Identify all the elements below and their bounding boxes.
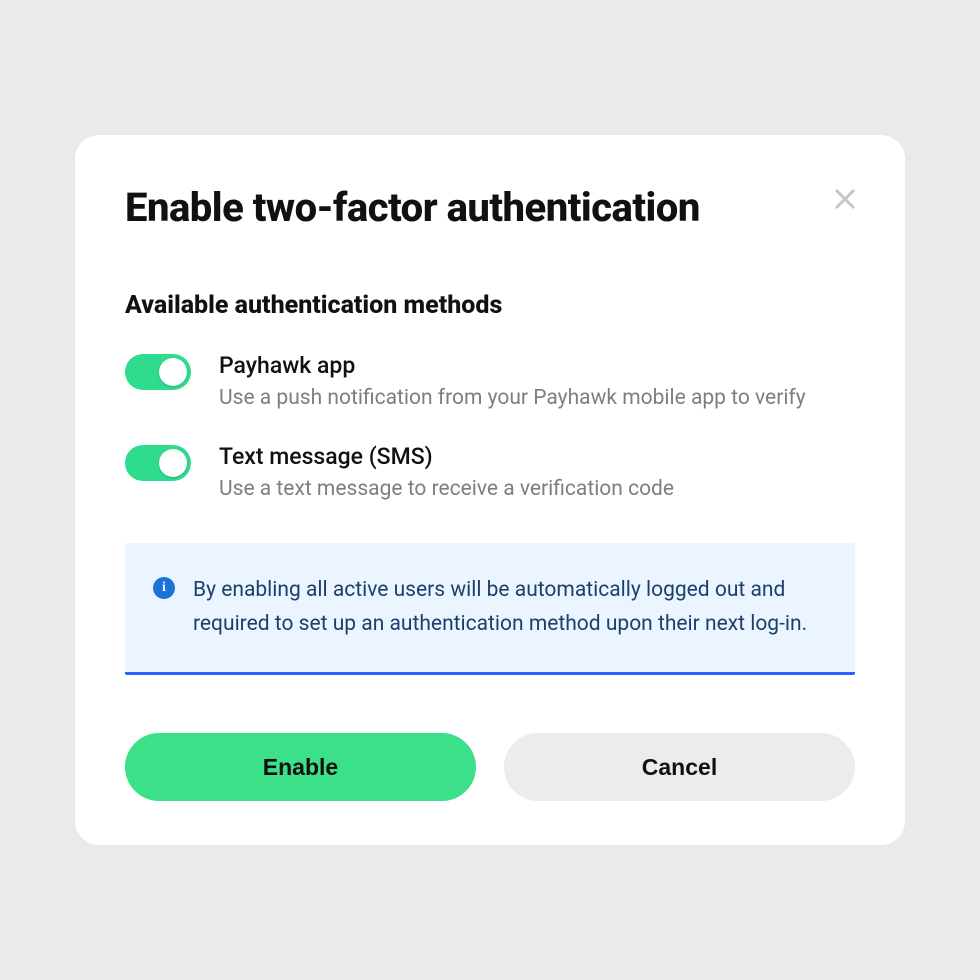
toggle-knob: [159, 449, 187, 477]
close-icon: [831, 185, 859, 213]
auth-method-text: Payhawk app Use a push notification from…: [219, 352, 855, 413]
info-icon: i: [153, 577, 175, 599]
dialog-title: Enable two-factor authentication: [125, 185, 700, 231]
info-banner-text: By enabling all active users will be aut…: [193, 573, 825, 642]
dialog-header: Enable two-factor authentication: [125, 185, 855, 231]
auth-method-description: Use a text message to receive a verifica…: [219, 474, 855, 504]
cancel-button[interactable]: Cancel: [504, 733, 855, 801]
button-row: Enable Cancel: [125, 733, 855, 801]
toggle-knob: [159, 358, 187, 386]
auth-method-title: Payhawk app: [219, 352, 855, 379]
section-heading: Available authentication methods: [125, 291, 855, 320]
info-banner: i By enabling all active users will be a…: [125, 543, 855, 675]
payhawk-app-toggle[interactable]: [125, 354, 191, 390]
auth-method-row: Text message (SMS) Use a text message to…: [125, 443, 855, 504]
auth-method-title: Text message (SMS): [219, 443, 855, 470]
auth-method-text: Text message (SMS) Use a text message to…: [219, 443, 855, 504]
auth-method-description: Use a push notification from your Payhaw…: [219, 383, 855, 413]
sms-toggle[interactable]: [125, 445, 191, 481]
enable-button[interactable]: Enable: [125, 733, 476, 801]
close-button[interactable]: [827, 181, 863, 217]
two-factor-dialog: Enable two-factor authentication Availab…: [75, 135, 905, 845]
auth-method-row: Payhawk app Use a push notification from…: [125, 352, 855, 413]
